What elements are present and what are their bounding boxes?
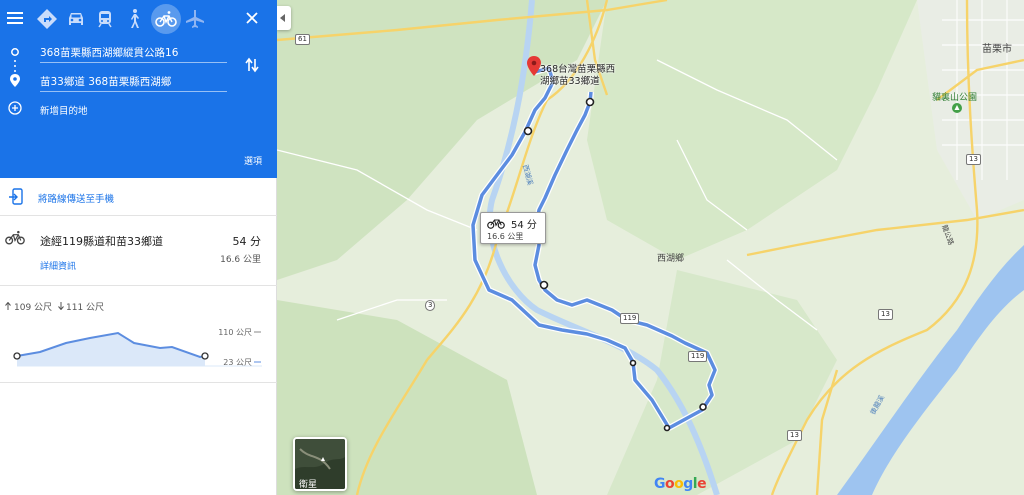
- map-canvas[interactable]: 368台灣苗栗縣西湖鄉苗33鄉道 54 分 16.6 公里 苗栗市 貓裏山公園 …: [277, 0, 1024, 495]
- maps-app: 368苗栗縣西湖鄉縱貫公路16 苗33鄉道 368苗栗縣西湖鄉 新增目的地 選項…: [0, 0, 1024, 495]
- details-link[interactable]: 詳細資訊: [40, 259, 76, 272]
- flight-icon[interactable]: [183, 7, 207, 31]
- send-to-phone-label: 將路線傳送至手機: [38, 194, 115, 205]
- road-shield-13a: 13: [966, 154, 981, 165]
- add-destination-icon[interactable]: [8, 101, 22, 115]
- route-name: 途經119縣道和苗33鄉道: [40, 235, 163, 248]
- elevation-chart: [13, 331, 262, 367]
- map-label-park: 貓裏山公園: [932, 93, 978, 103]
- destination-input[interactable]: 苗33鄉道 368苗栗縣西湖鄉: [40, 74, 171, 89]
- send-to-phone-row[interactable]: 將路線傳送至手機: [0, 178, 277, 216]
- travel-mode-bar: [0, 0, 277, 38]
- route-connector-dots-icon: [14, 60, 16, 72]
- origin-underline: [40, 62, 227, 63]
- elevation-profile: 109 公尺 111 公尺 110 公尺 23 公尺: [0, 286, 277, 383]
- road-shield-13b: 13: [878, 309, 893, 320]
- menu-icon[interactable]: [7, 11, 23, 25]
- road-shield-119b: 119: [688, 351, 708, 362]
- road-shield-13c: 13: [787, 430, 802, 441]
- bicycle-icon: [487, 219, 505, 229]
- road-shield-61: 61: [295, 34, 310, 45]
- directions-header: 368苗栗縣西湖鄉縱貫公路16 苗33鄉道 368苗栗縣西湖鄉 新增目的地 選項: [0, 0, 277, 178]
- satellite-toggle[interactable]: 衛星: [293, 437, 347, 491]
- origin-dot-icon: [11, 48, 19, 56]
- bicycle-icon: [155, 11, 177, 27]
- car-icon[interactable]: [64, 7, 88, 31]
- best-route-icon[interactable]: [35, 7, 59, 31]
- chevron-left-icon: [280, 14, 285, 22]
- send-to-phone-icon: [9, 188, 23, 205]
- satellite-label: 衛星: [299, 480, 318, 490]
- road-shield-119a: 119: [620, 313, 640, 324]
- options-button[interactable]: 選項: [244, 154, 262, 167]
- map-layer: [277, 0, 1024, 495]
- callout-distance: 16.6 公里: [487, 232, 524, 241]
- route-distance: 16.6 公里: [220, 255, 261, 265]
- swap-icon[interactable]: [245, 57, 259, 73]
- park-icon: [952, 103, 962, 113]
- destination-pin-icon: [10, 74, 20, 87]
- map-label-xihu: 西湖鄉: [657, 254, 685, 264]
- close-icon[interactable]: [246, 12, 258, 24]
- destination-marker-icon: [527, 56, 541, 76]
- bicycle-icon: [5, 230, 25, 245]
- destination-underline: [40, 91, 227, 92]
- map-label-miaoli-city: 苗栗市: [982, 44, 1012, 55]
- transit-icon[interactable]: [93, 7, 117, 31]
- add-destination-link[interactable]: 新增目的地: [40, 103, 88, 117]
- route-option[interactable]: 途經119縣道和苗33鄉道 54 分 16.6 公里 詳細資訊: [0, 216, 277, 286]
- route-duration: 54 分: [232, 235, 262, 248]
- destination-map-label: 368台灣苗栗縣西湖鄉苗33鄉道: [540, 64, 616, 87]
- callout-duration: 54 分: [511, 220, 537, 231]
- walk-icon[interactable]: [122, 7, 146, 31]
- route-info-callout[interactable]: 54 分 16.6 公里: [480, 212, 546, 244]
- google-logo: Google: [654, 476, 707, 492]
- directions-panel: 368苗栗縣西湖鄉縱貫公路16 苗33鄉道 368苗栗縣西湖鄉 新增目的地 選項…: [0, 0, 277, 495]
- origin-input[interactable]: 368苗栗縣西湖鄉縱貫公路16: [40, 45, 178, 60]
- bicycle-mode-selected[interactable]: [151, 4, 181, 34]
- collapse-panel-button[interactable]: [277, 6, 291, 30]
